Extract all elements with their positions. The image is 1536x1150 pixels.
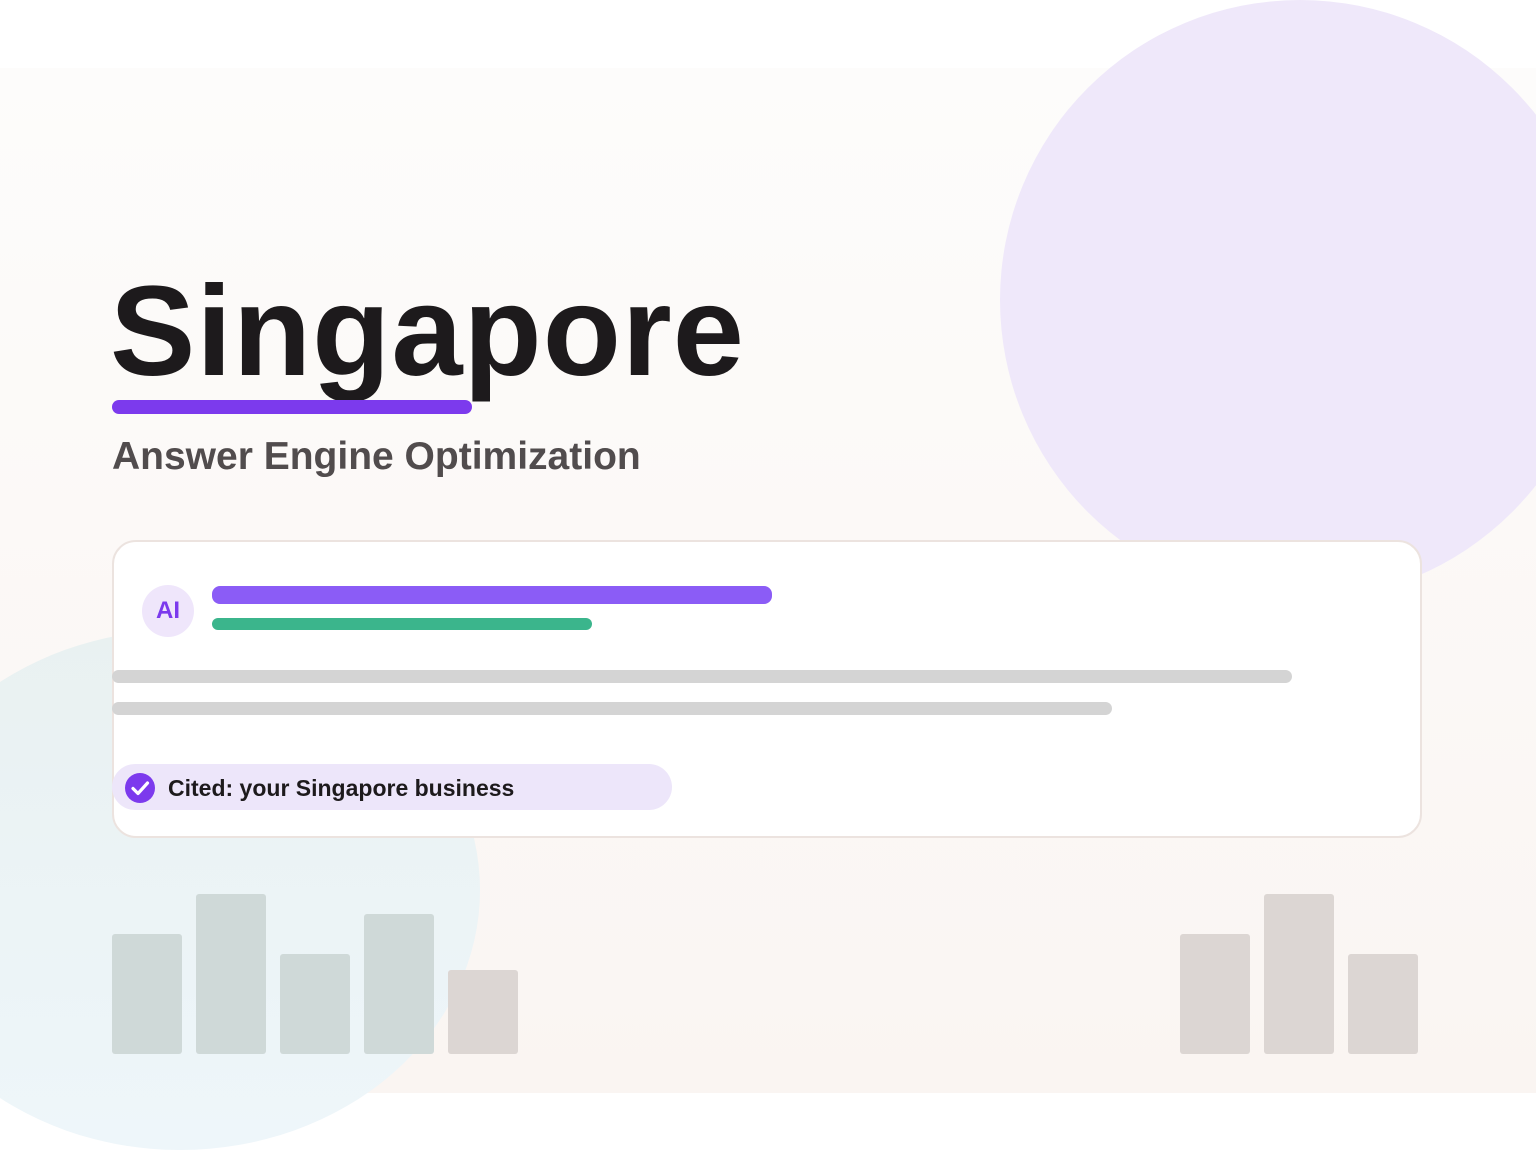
decorative-bar (364, 914, 434, 1054)
decorative-bar (196, 894, 266, 1054)
title-underline (112, 400, 472, 414)
ai-avatar-label: AI (156, 597, 180, 624)
answer-text-placeholder (112, 702, 1112, 715)
decorative-bar (1180, 934, 1250, 1054)
answer-source-placeholder (212, 618, 592, 630)
answer-text-placeholder (112, 670, 1292, 683)
decorative-bar (1348, 954, 1418, 1054)
decorative-bar (448, 970, 518, 1054)
check-circle-icon (125, 773, 155, 803)
hero-banner: Singapore Answer Engine Optimization AI … (0, 0, 1536, 1150)
decorative-bar (280, 954, 350, 1054)
answer-heading-placeholder (212, 586, 772, 604)
ai-avatar: AI (142, 585, 194, 637)
decorative-bar (112, 934, 182, 1054)
page-subtitle: Answer Engine Optimization (112, 435, 641, 478)
page-title: Singapore (110, 260, 745, 403)
citation-label: Cited: your Singapore business (168, 775, 515, 801)
decorative-bar (1264, 894, 1334, 1054)
